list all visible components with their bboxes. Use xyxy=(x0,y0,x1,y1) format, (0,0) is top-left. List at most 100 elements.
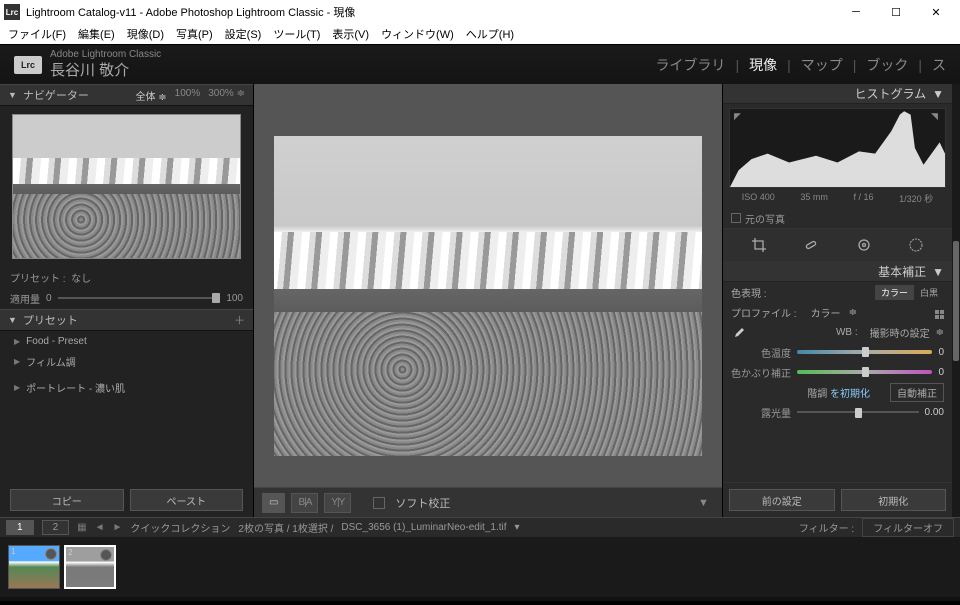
preset-item[interactable]: ▶ポートレート - 濃い肌 xyxy=(0,377,253,397)
triangle-down-icon: ▼ xyxy=(932,265,944,279)
amount-slider[interactable]: 適用量 0 100 xyxy=(0,287,253,309)
basic-header[interactable]: 基本補正▼ xyxy=(723,262,952,282)
clip-highlight-icon[interactable]: ◥ xyxy=(931,111,941,121)
right-panel: ヒストグラム▼ ◤ ◥ ISO 40035 mmf / 161/320 秒 元の… xyxy=(722,84,952,517)
navigator-title: ナビゲーター xyxy=(23,87,89,103)
histogram[interactable]: ◤ ◥ xyxy=(729,108,946,188)
thumbnail[interactable]: 2 xyxy=(64,545,116,589)
exposure-slider[interactable]: 露光量 0.00 xyxy=(723,402,952,422)
reset-button[interactable]: 初期化 xyxy=(841,489,947,511)
grid-icon[interactable]: ▦ xyxy=(77,522,86,533)
app-icon: Lrc xyxy=(4,4,20,20)
slider-thumb[interactable] xyxy=(862,367,869,377)
temp-slider[interactable]: 色温度 0 xyxy=(723,342,952,362)
before-after-tb-button[interactable]: Y|Y xyxy=(324,493,351,513)
triangle-down-icon: ▼ xyxy=(932,87,944,101)
nav-back-icon[interactable]: ◄ xyxy=(95,522,105,533)
menu-develop[interactable]: 現像(D) xyxy=(123,26,168,42)
preset-item[interactable]: ▶フィルム調 xyxy=(0,351,253,371)
menu-help[interactable]: ヘルプ(H) xyxy=(462,26,518,42)
auto-button[interactable]: 自動補正 xyxy=(890,383,944,402)
before-after-lr-button[interactable]: B|A xyxy=(291,493,318,513)
presets-title: プリセット xyxy=(23,312,78,328)
wb-row[interactable]: WB : 撮影時の設定≑ xyxy=(723,322,952,342)
selection-summary: 2枚の写真 / 1枚選択 / xyxy=(238,520,333,535)
filmstrip-thumbs: 1 2 xyxy=(0,537,960,597)
thumbnail[interactable]: 1 xyxy=(8,545,60,589)
heal-tool-icon[interactable] xyxy=(801,235,821,255)
soft-proof-label: ソフト校正 xyxy=(395,495,450,511)
slider-thumb[interactable] xyxy=(862,347,869,357)
lrc-badge: Lrc xyxy=(14,56,42,74)
zoom-100[interactable]: 100% xyxy=(175,88,201,103)
checkbox-icon[interactable] xyxy=(731,213,741,223)
close-button[interactable]: ✕ xyxy=(916,0,956,24)
window-title: Lightroom Catalog-v11 - Adobe Photoshop … xyxy=(26,4,355,20)
module-develop[interactable]: 現像 xyxy=(749,55,777,75)
treatment-toggle[interactable]: カラー白黒 xyxy=(875,285,944,300)
menu-photo[interactable]: 写真(P) xyxy=(172,26,217,42)
amount-label: 適用量 xyxy=(10,291,40,306)
tone-reset-link[interactable]: を初期化 xyxy=(830,389,870,400)
menu-edit[interactable]: 編集(E) xyxy=(74,26,119,42)
radial-tool-icon[interactable] xyxy=(906,235,926,255)
identity-plate: Lrc Adobe Lightroom Classic 長谷川 敬介 ライブラリ… xyxy=(0,44,960,84)
minimize-button[interactable]: ─ xyxy=(836,0,876,24)
tone-row: 階調 を初期化 自動補正 xyxy=(723,382,952,402)
module-map[interactable]: マップ xyxy=(801,55,843,75)
preset-value-row: プリセット : なし xyxy=(0,267,253,287)
presets-header[interactable]: ▼ プリセット ＋ xyxy=(0,309,253,331)
slider-thumb[interactable] xyxy=(855,408,862,418)
original-checkbox-row[interactable]: 元の写真 xyxy=(723,208,952,228)
module-library[interactable]: ライブラリ xyxy=(655,55,725,75)
nav-fwd-icon[interactable]: ► xyxy=(112,522,122,533)
soft-proof-checkbox[interactable] xyxy=(373,497,385,509)
crop-tool-icon[interactable] xyxy=(749,235,769,255)
menu-settings[interactable]: 設定(S) xyxy=(221,26,266,42)
slider-thumb[interactable] xyxy=(212,293,220,303)
menu-tool[interactable]: ツール(T) xyxy=(269,26,324,42)
filter-dropdown[interactable]: フィルターオフ xyxy=(862,518,954,537)
title-bar: Lrc Lightroom Catalog-v11 - Adobe Photos… xyxy=(0,0,960,24)
menu-view[interactable]: 表示(V) xyxy=(328,26,373,42)
menu-window[interactable]: ウィンドウ(W) xyxy=(377,26,458,42)
triangle-down-icon: ▼ xyxy=(8,90,17,100)
window-tab-2[interactable]: 2 xyxy=(42,520,70,535)
navigator-header[interactable]: ▼ ナビゲーター 全体 ≑ 100% 300% ≑ xyxy=(0,84,253,106)
module-more[interactable]: ス xyxy=(932,55,946,75)
tint-slider[interactable]: 色かぶり補正 0 xyxy=(723,362,952,382)
preset-item[interactable]: ▶Food - Preset xyxy=(0,331,253,351)
center-panel: ▭ B|A Y|Y ソフト校正 ▼ xyxy=(254,84,722,517)
exif-info: ISO 40035 mmf / 161/320 秒 xyxy=(723,192,952,208)
left-panel: ▼ ナビゲーター 全体 ≑ 100% 300% ≑ プリセット : なし 適用量… xyxy=(0,84,254,517)
zoom-300[interactable]: 300% ≑ xyxy=(208,88,245,103)
histogram-header[interactable]: ヒストグラム▼ xyxy=(723,84,952,104)
profile-row[interactable]: プロファイル : カラー≑ xyxy=(723,302,952,322)
eyedropper-icon[interactable] xyxy=(731,325,745,339)
copy-button[interactable]: コピー xyxy=(10,489,124,511)
menu-file[interactable]: ファイル(F) xyxy=(4,26,70,42)
filter-label: フィルター : xyxy=(799,520,854,535)
collection-name[interactable]: クイックコレクション xyxy=(130,520,230,535)
badge-icon xyxy=(100,549,112,561)
loupe-view-button[interactable]: ▭ xyxy=(262,493,285,513)
mask-tool-icon[interactable] xyxy=(854,235,874,255)
previous-button[interactable]: 前の設定 xyxy=(729,489,835,511)
status-bar xyxy=(0,597,960,601)
zoom-fit[interactable]: 全体 ≑ xyxy=(136,88,167,103)
window-tab-1[interactable]: 1 xyxy=(6,520,34,535)
maximize-button[interactable]: ☐ xyxy=(876,0,916,24)
clip-shadow-icon[interactable]: ◤ xyxy=(734,111,744,121)
badge-icon xyxy=(45,548,57,560)
photo-preview xyxy=(274,136,702,456)
module-book[interactable]: ブック xyxy=(866,55,908,75)
triangle-down-icon: ▼ xyxy=(8,315,17,325)
image-canvas[interactable] xyxy=(254,84,722,487)
navigator-preview[interactable] xyxy=(12,114,241,259)
add-preset-icon[interactable]: ＋ xyxy=(234,312,245,328)
tool-strip xyxy=(723,228,952,262)
toolbar-dropdown-icon[interactable]: ▼ xyxy=(698,497,714,509)
profile-browser-icon[interactable] xyxy=(935,310,944,319)
paste-button[interactable]: ペースト xyxy=(130,489,244,511)
right-scrollbar[interactable] xyxy=(952,84,960,517)
